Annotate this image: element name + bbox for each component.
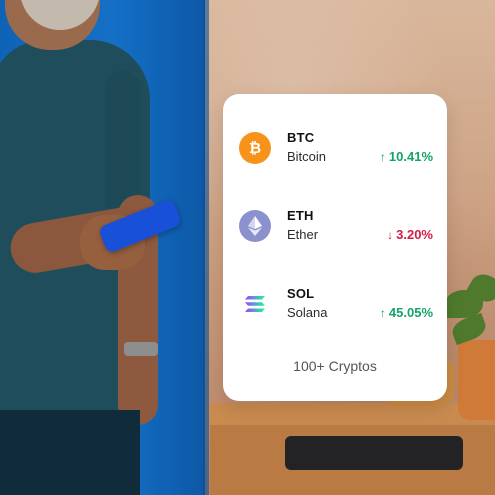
price-change: ↑ 45.05% — [380, 305, 433, 320]
wristwatch — [124, 342, 158, 356]
crypto-row-btc[interactable]: ₿ BTC Bitcoin ↑ 10.41% — [239, 128, 433, 168]
arrow-down-icon: ↓ — [387, 227, 394, 242]
plant-pot — [458, 340, 495, 420]
solana-icon — [239, 288, 271, 320]
crypto-count-label: 100+ Cryptos — [293, 358, 377, 374]
bitcoin-icon: ₿ — [239, 132, 271, 164]
crypto-row-sol[interactable]: SOL Solana ↑ 45.05% — [239, 284, 433, 324]
wall-edge — [203, 0, 209, 495]
crypto-name: Ether — [287, 227, 319, 242]
crypto-symbol: SOL — [287, 286, 315, 301]
svg-text:₿: ₿ — [249, 140, 261, 157]
crypto-row-eth[interactable]: ETH Ether ↓ 3.20% — [239, 206, 433, 246]
price-change: ↑ 10.41% — [380, 149, 433, 164]
ethereum-icon — [239, 210, 271, 242]
person-beard — [20, 0, 100, 30]
change-value: 10.41% — [388, 149, 433, 164]
crypto-card: ₿ BTC Bitcoin ↑ 10.41% ETH Ether ↓ 3.20% — [223, 94, 447, 401]
sideboard-drawer — [285, 436, 463, 470]
arrow-up-icon: ↑ — [379, 305, 386, 320]
person-pants — [0, 410, 140, 495]
price-change: ↓ 3.20% — [387, 227, 433, 242]
arrow-up-icon: ↑ — [379, 149, 386, 164]
crypto-symbol: BTC — [287, 130, 315, 145]
crypto-symbol: ETH — [287, 208, 314, 223]
crypto-name: Bitcoin — [287, 149, 327, 164]
change-value: 3.20% — [396, 227, 433, 242]
crypto-name: Solana — [287, 305, 328, 320]
change-value: 45.05% — [388, 305, 433, 320]
